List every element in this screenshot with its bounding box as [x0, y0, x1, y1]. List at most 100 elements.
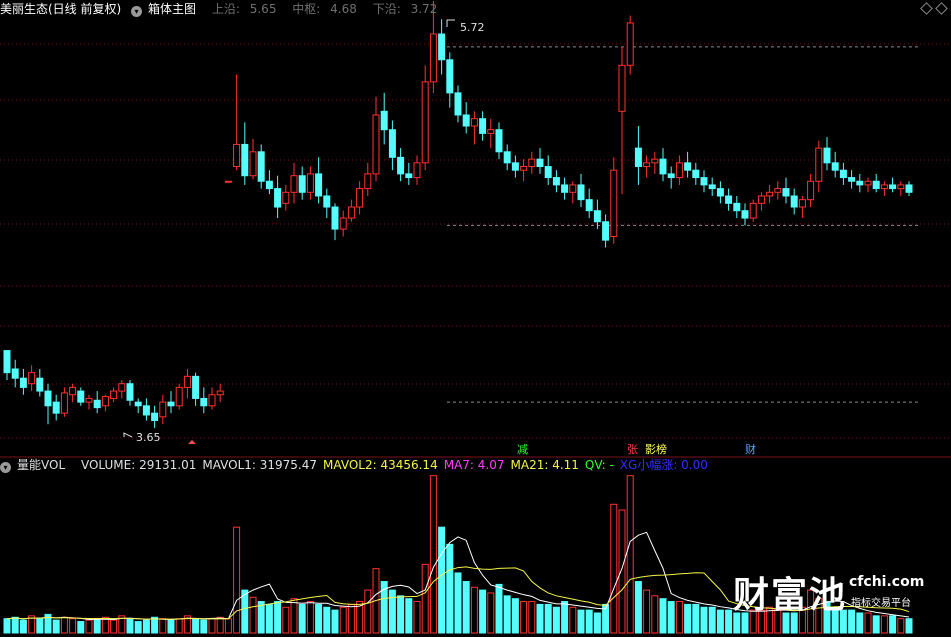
volume-bar — [643, 589, 651, 634]
candlestick-series — [3, 0, 913, 428]
candle-body — [265, 180, 273, 190]
candle-body — [19, 377, 27, 388]
volume-bar — [52, 619, 60, 634]
volume-bar — [708, 606, 716, 634]
candle-body — [134, 401, 142, 407]
volume-bar — [159, 618, 167, 634]
volume-bar — [331, 609, 339, 634]
volume-value: VOLUME: 29131.01 — [80, 458, 197, 472]
candle-body — [585, 199, 593, 212]
candle-body — [618, 64, 626, 112]
volume-bar — [905, 618, 913, 634]
volume-bar — [413, 601, 421, 634]
volume-bar — [700, 606, 708, 634]
volume-bar — [511, 598, 519, 634]
candle-body — [675, 162, 683, 179]
candle-body — [708, 184, 716, 190]
volume-bar — [470, 586, 478, 634]
watermark-tagline: 指标交易平台 — [851, 598, 911, 609]
volume-value: MA7: 4.07 — [443, 458, 505, 472]
candle-body — [69, 386, 77, 396]
candle-body — [651, 158, 659, 164]
candle-body — [93, 399, 101, 409]
kline-chart[interactable]: 5.72 3.65 — [0, 0, 951, 637]
candle-body — [52, 401, 60, 414]
candle-body — [807, 180, 815, 201]
candle-body — [528, 158, 536, 168]
candle-body — [544, 166, 552, 179]
candle-body — [249, 151, 257, 177]
candle-body — [454, 92, 462, 116]
candle-body — [766, 191, 774, 197]
low-pointer — [123, 432, 133, 438]
volume-bar — [290, 598, 298, 634]
volume-bar — [634, 581, 642, 634]
candle-body — [520, 166, 528, 171]
candle-body — [274, 188, 282, 208]
volume-bar — [528, 601, 536, 634]
volume-bar — [93, 618, 101, 634]
candle-body — [880, 184, 888, 190]
candle-body — [356, 188, 364, 208]
volume-bar — [151, 616, 159, 634]
volume-bar — [323, 606, 331, 634]
candle-body — [634, 147, 642, 168]
candle-body — [126, 383, 134, 401]
candle-body — [438, 33, 446, 61]
candle-body — [3, 350, 11, 374]
volume-bar — [462, 581, 470, 634]
candle-body — [306, 173, 314, 193]
candle-body — [593, 210, 601, 223]
volume-bar — [298, 603, 306, 634]
volume-bar — [880, 615, 888, 634]
volume-bar — [856, 612, 864, 634]
candle-body — [684, 162, 692, 171]
volume-bar — [692, 603, 700, 634]
volume-bar — [610, 503, 618, 634]
candle-body — [44, 390, 52, 407]
high-annotation: 5.72 — [460, 21, 485, 34]
candle-body — [757, 195, 765, 204]
volume-bar — [3, 618, 11, 634]
candle-body — [347, 206, 355, 219]
volume-header: ▾ 量能VOL VOLUME: 29131.01 MAVOL1: 31975.47 M… — [0, 456, 720, 474]
volume-bar — [192, 618, 200, 634]
volume-bar — [675, 601, 683, 634]
volume-bar — [684, 603, 692, 634]
volume-bar — [421, 563, 429, 634]
candle-body — [224, 180, 232, 183]
volume-bar — [446, 543, 454, 634]
volume-bar — [520, 601, 528, 634]
volume-bar — [110, 619, 118, 634]
candle-body — [446, 59, 454, 94]
volume-indicator-name[interactable]: 量能VOL — [17, 458, 65, 472]
volume-bar — [651, 595, 659, 634]
candle-body — [339, 217, 347, 230]
volume-bar — [405, 598, 413, 634]
chevron-down-icon[interactable]: ▾ — [0, 462, 11, 473]
symbol-title[interactable]: 美丽生态(日线 前复权) — [0, 2, 121, 16]
volume-bar — [438, 526, 446, 634]
candle-body — [183, 375, 191, 388]
volume-bar — [200, 619, 208, 634]
volume-bar — [347, 603, 355, 634]
candle-body — [511, 162, 519, 171]
indicator-selector[interactable]: ▾ 箱体主图 — [131, 2, 202, 17]
candle-body — [700, 177, 708, 186]
volume-bar — [397, 595, 405, 634]
candle-body — [626, 22, 634, 66]
volume-bar — [315, 603, 323, 634]
candle-body — [167, 401, 175, 407]
candle-body — [233, 143, 241, 168]
volume-value: MA21: 4.11 — [510, 458, 579, 472]
candle-body — [848, 177, 856, 182]
volume-bar — [577, 609, 585, 634]
candle-body — [101, 396, 109, 407]
candle-body — [282, 191, 290, 204]
volume-values: VOLUME: 29131.01 MAVOL1: 31975.47 MAVOL2: … — [81, 458, 714, 472]
candle-body — [413, 162, 421, 179]
volume-bar — [265, 603, 273, 634]
candle-body — [77, 390, 85, 403]
candle-body — [856, 180, 864, 186]
candle-body — [643, 162, 651, 168]
